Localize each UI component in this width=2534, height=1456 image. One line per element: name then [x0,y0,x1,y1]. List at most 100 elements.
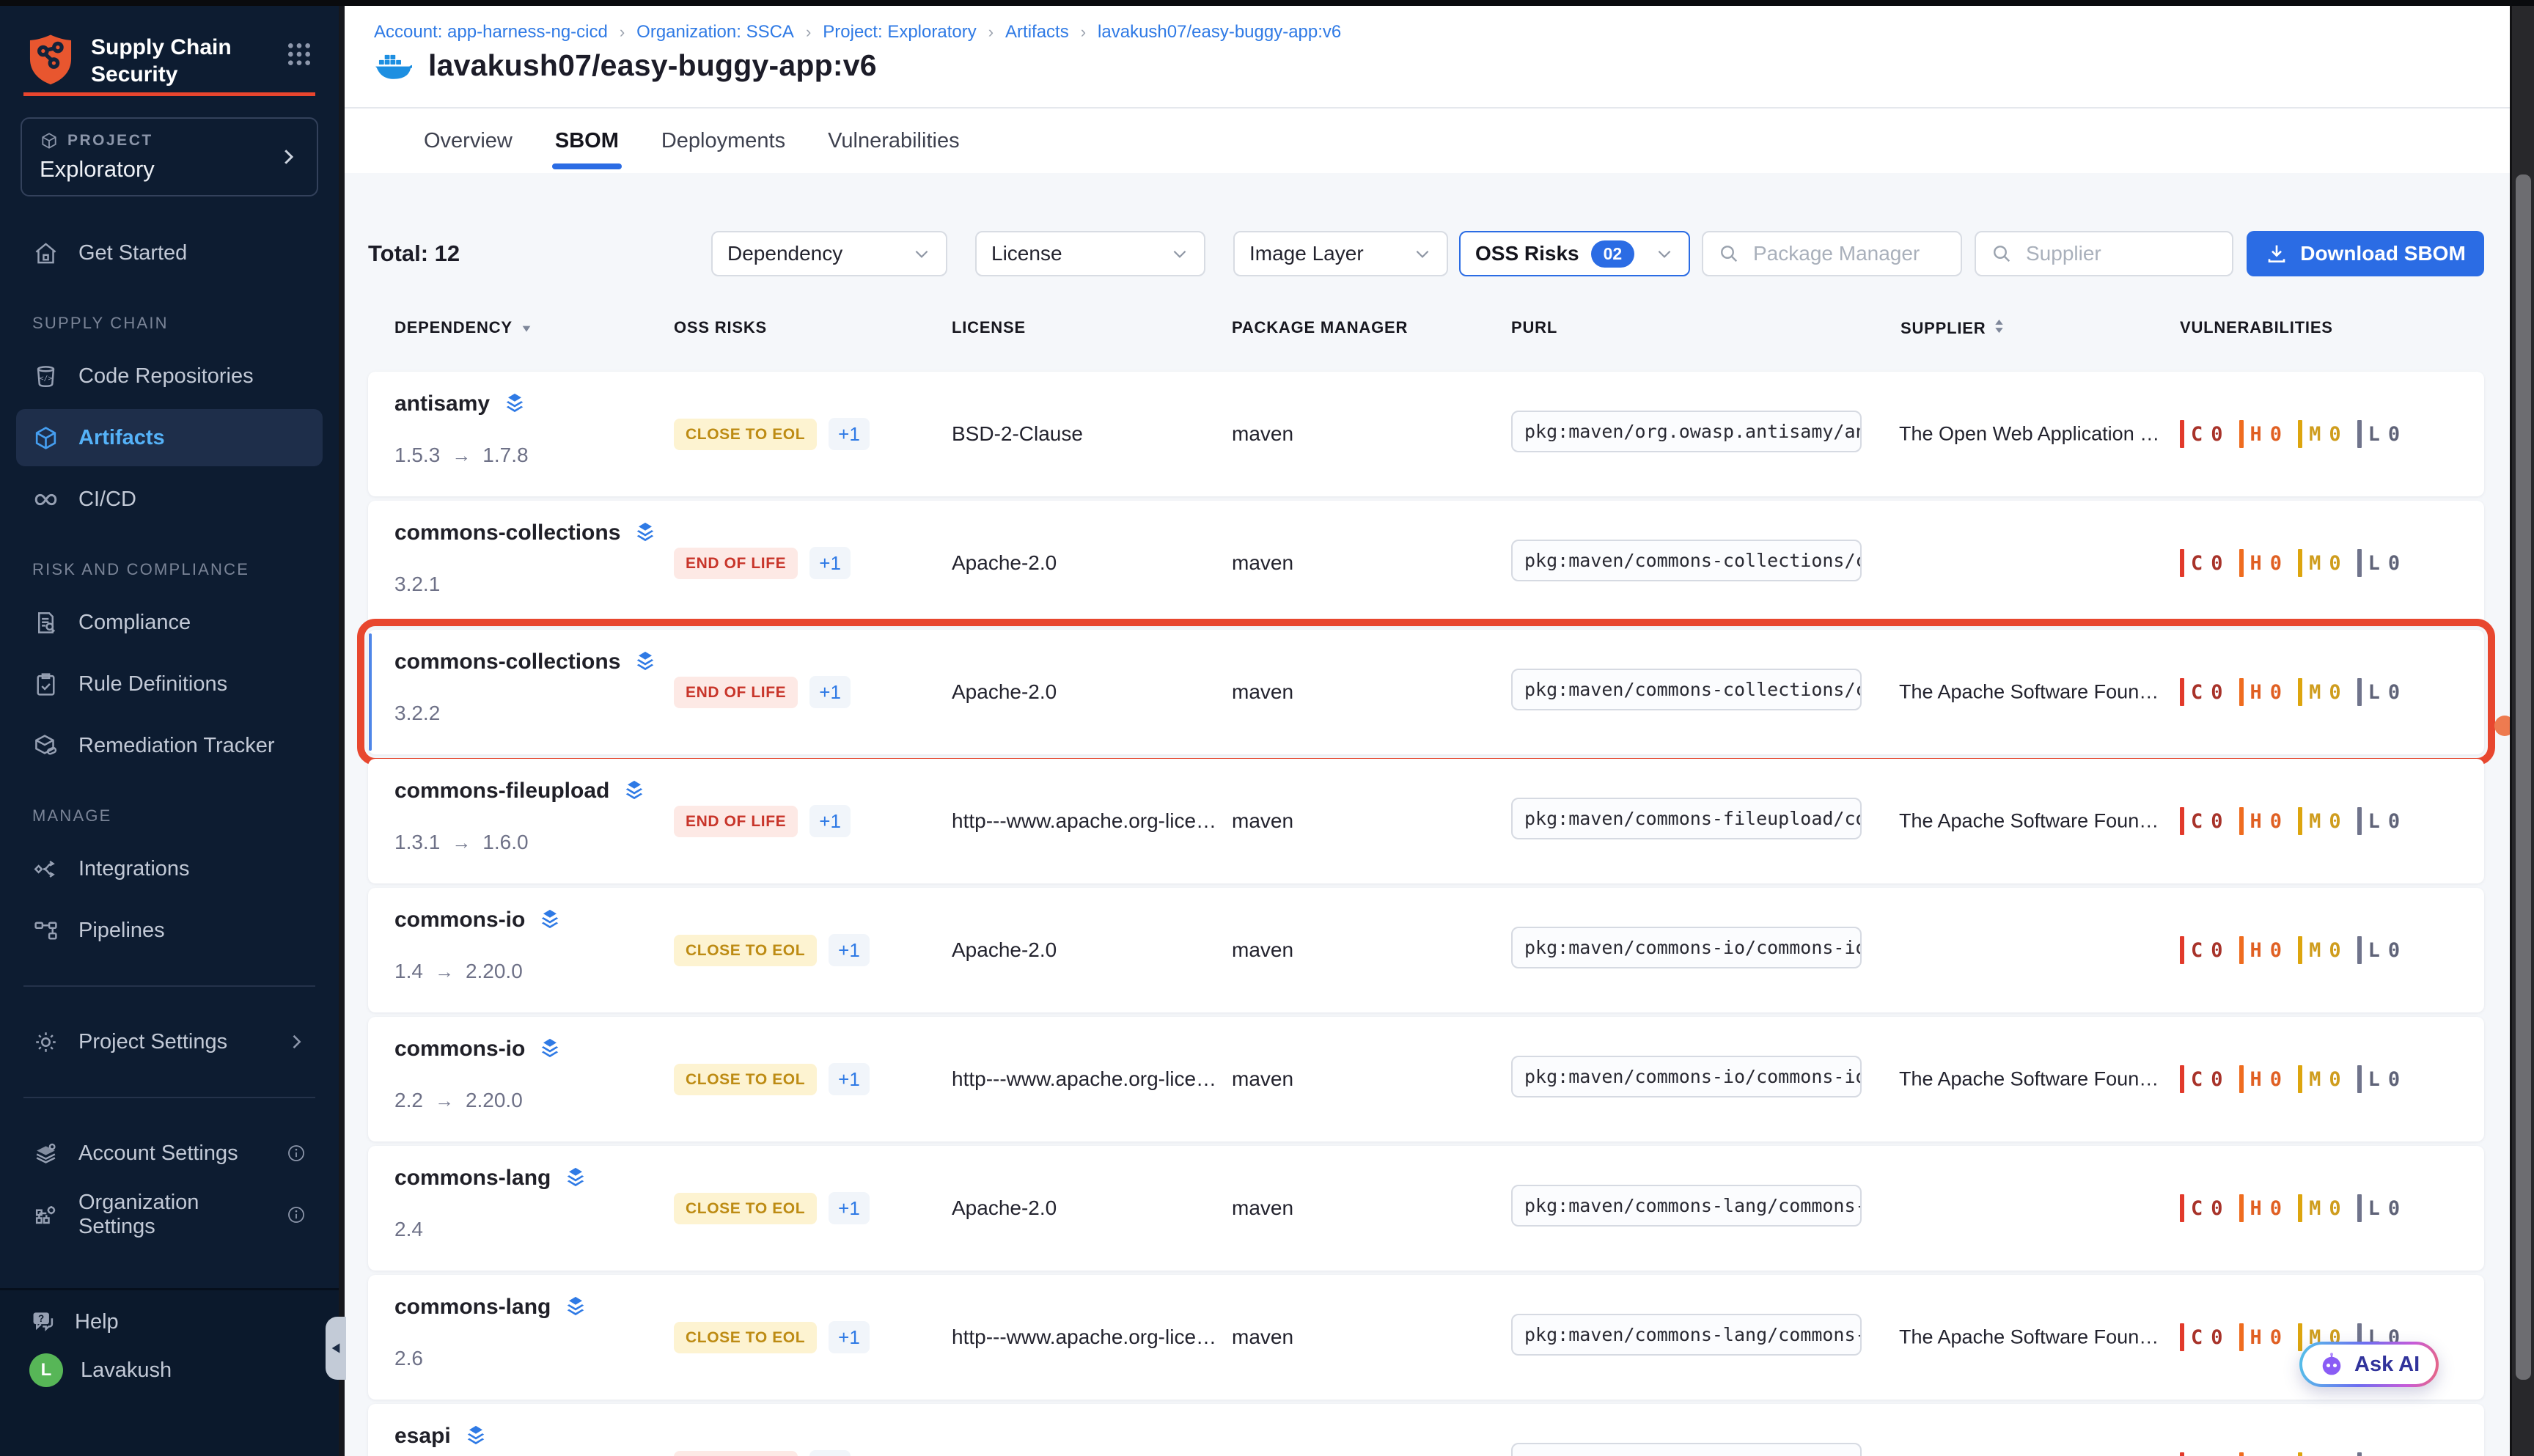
oss-risk-badge[interactable]: END OF LIFE [674,806,798,837]
scrollbar-track[interactable] [2510,0,2534,1456]
severity-count: 0 [2329,423,2340,446]
docker-icon [374,51,412,81]
table-row[interactable]: esapi END OF LIFE +1 BSD-Creative Common… [368,1404,2484,1456]
module-grid-icon[interactable] [284,40,314,69]
project-selector[interactable]: PROJECT Exploratory [21,117,318,196]
nav-divider [23,1097,315,1098]
sidebar-item-remediation-tracker[interactable]: Remediation Tracker [16,717,323,774]
vulnerabilities-cell: C0H0M0L0 [2180,549,2400,577]
breadcrumb-link[interactable]: Organization: SSCA [636,22,794,43]
table-row[interactable]: antisamy 1.5.3→1.7.8 CLOSE TO EOL +1 BSD… [368,372,2484,496]
info-icon[interactable] [286,1143,306,1163]
oss-risk-badge[interactable]: CLOSE TO EOL [674,935,817,966]
sidebar-item-get-started[interactable]: Get Started [16,224,323,282]
license-cell: BSD-2-Clause [952,422,1083,446]
oss-risk-badge[interactable]: CLOSE TO EOL [674,1322,817,1353]
sort-both-icon[interactable] [1994,318,2004,339]
dependency-name: commons-collections [394,521,620,545]
help-button[interactable]: ? Help [29,1308,309,1336]
severity-count: 0 [2388,810,2400,833]
sidebar-item-integrations[interactable]: Integrations [16,840,323,897]
filter-select-oss-risks[interactable]: OSS Risks02 [1459,231,1690,276]
column-header-package-manager[interactable]: PACKAGE MANAGER [1232,318,1408,337]
sidebar-item-label: Pipelines [78,919,165,943]
tab-deployments[interactable]: Deployments [658,109,788,173]
oss-risk-badge[interactable]: CLOSE TO EOL [674,1193,817,1224]
table-row[interactable]: commons-fileupload 1.3.1→1.6.0 END OF LI… [368,759,2484,883]
purl-chip[interactable]: pkg:maven/commons-lang/commons-l… [1511,1185,1862,1227]
filter-select-image-layer[interactable]: Image Layer [1233,231,1448,276]
table-row[interactable]: commons-collections 3.2.2 END OF LIFE +1… [368,630,2484,754]
breadcrumb-link[interactable]: lavakush07/easy-buggy-app:v6 [1098,22,1341,43]
table-row[interactable]: commons-io 2.2→2.20.0 CLOSE TO EOL +1 ht… [368,1017,2484,1141]
ask-ai-button[interactable]: Ask AI [2299,1342,2439,1387]
search-input[interactable] [1752,241,1946,266]
layers-icon [537,907,563,933]
sidebar-item-compliance[interactable]: Compliance [16,594,323,651]
table-row[interactable]: commons-io 1.4→2.20.0 CLOSE TO EOL +1 Ap… [368,888,2484,1012]
purl-chip[interactable]: pkg:maven/org.owasp.esapi/esapi@… [1511,1443,1862,1456]
table-row[interactable]: commons-collections 3.2.1 END OF LIFE +1… [368,501,2484,625]
breadcrumb-link[interactable]: Account: app-harness-ng-cicd [374,22,608,43]
purl-chip[interactable]: pkg:maven/commons-lang/commons-l… [1511,1314,1862,1356]
purl-chip[interactable]: pkg:maven/commons-collections/co… [1511,540,1862,581]
dependency-name: esapi [394,1424,451,1449]
sidebar-item-pipelines[interactable]: Pipelines [16,902,323,959]
oss-risk-more-badge[interactable]: +1 [809,676,851,708]
column-header-supplier[interactable]: SUPPLIER [1900,318,2004,339]
purl-chip[interactable]: pkg:maven/commons-fileupload/com… [1511,798,1862,839]
purl-chip[interactable]: pkg:maven/commons-collections/co… [1511,669,1862,710]
sidebar-item-ci-cd[interactable]: CI/CD [16,471,323,528]
sort-down-icon[interactable] [521,318,532,337]
scrollbar-thumb[interactable] [2516,174,2531,1380]
sidebar-item-organization-settings[interactable]: Organization Settings [16,1186,323,1243]
oss-risk-more-badge[interactable]: +1 [829,418,870,450]
severity-count: 0 [2329,681,2340,704]
column-header-dependency[interactable]: DEPENDENCY [394,318,532,337]
purl-chip[interactable]: pkg:maven/org.owasp.antisamy/ant… [1511,411,1862,452]
oss-risk-more-badge[interactable]: +1 [809,547,851,579]
tab-overview[interactable]: Overview [421,109,515,173]
breadcrumb-link[interactable]: Artifacts [1005,22,1069,43]
oss-risk-more-badge[interactable]: +1 [829,1321,870,1353]
purl-chip[interactable]: pkg:maven/commons-io/commons-io@… [1511,927,1862,968]
user-menu[interactable]: L Lavakush [29,1353,309,1387]
table-row[interactable]: commons-lang 2.6 CLOSE TO EOL +1 http---… [368,1275,2484,1400]
oss-risk-badge[interactable]: CLOSE TO EOL [674,419,817,450]
oss-risk-badge[interactable]: END OF LIFE [674,548,798,579]
oss-risk-badge[interactable]: END OF LIFE [674,677,798,708]
shield-logo-icon [26,32,75,85]
oss-risk-badge[interactable]: CLOSE TO EOL [674,1064,817,1095]
search-input[interactable] [2024,241,2217,266]
sidebar-item-rule-definitions[interactable]: Rule Definitions [16,655,323,713]
column-header-license[interactable]: LICENSE [952,318,1026,337]
filter-select-dependency[interactable]: Dependency [711,231,947,276]
oss-risk-badge[interactable]: END OF LIFE [674,1451,798,1456]
window-top-edge [0,0,2534,6]
oss-risk-more-badge[interactable]: +1 [809,805,851,837]
purl-chip[interactable]: pkg:maven/commons-io/commons-io@… [1511,1056,1862,1097]
download-sbom-button[interactable]: Download SBOM [2247,231,2484,276]
sidebar-collapse-handle[interactable] [326,1317,346,1380]
oss-risk-more-badge[interactable]: +1 [829,934,870,966]
info-icon[interactable] [286,1205,306,1225]
tab-sbom[interactable]: SBOM [552,109,622,173]
sidebar-item-account-settings[interactable]: Account Settings [16,1125,323,1182]
tab-vulnerabilities[interactable]: Vulnerabilities [825,109,962,173]
supplier-search-input[interactable] [1975,231,2233,276]
filter-select-license[interactable]: License [975,231,1205,276]
column-header-purl[interactable]: PURL [1511,318,1557,337]
sidebar-item-project-settings[interactable]: Project Settings [16,1013,323,1070]
package-manager-search-input[interactable] [1702,231,1962,276]
sidebar-main-seam [339,0,345,1456]
license-cell: Apache-2.0 [952,1196,1057,1220]
column-header-vulnerabilities[interactable]: VULNERABILITIES [2180,318,2333,337]
sidebar-item-artifacts[interactable]: Artifacts [16,409,323,466]
table-row[interactable]: commons-lang 2.4 CLOSE TO EOL +1 Apache-… [368,1146,2484,1271]
oss-risk-more-badge[interactable]: +1 [829,1063,870,1095]
oss-risk-more-badge[interactable]: +1 [809,1450,851,1456]
oss-risk-more-badge[interactable]: +1 [829,1192,870,1224]
column-header-oss-risks[interactable]: OSS RISKS [674,318,767,337]
breadcrumb-link[interactable]: Project: Exploratory [823,22,976,43]
sidebar-item-code-repositories[interactable]: </>Code Repositories [16,348,323,405]
